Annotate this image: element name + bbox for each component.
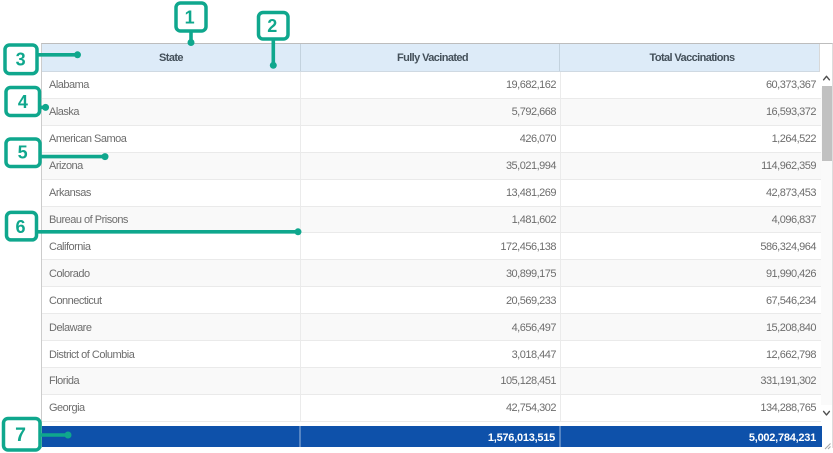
svg-text:2: 2: [267, 16, 277, 36]
svg-text:5: 5: [18, 143, 28, 163]
svg-text:4: 4: [18, 92, 28, 112]
svg-text:1: 1: [185, 7, 195, 27]
svg-text:3: 3: [16, 50, 26, 70]
svg-text:7: 7: [15, 424, 26, 446]
svg-text:6: 6: [15, 217, 25, 237]
